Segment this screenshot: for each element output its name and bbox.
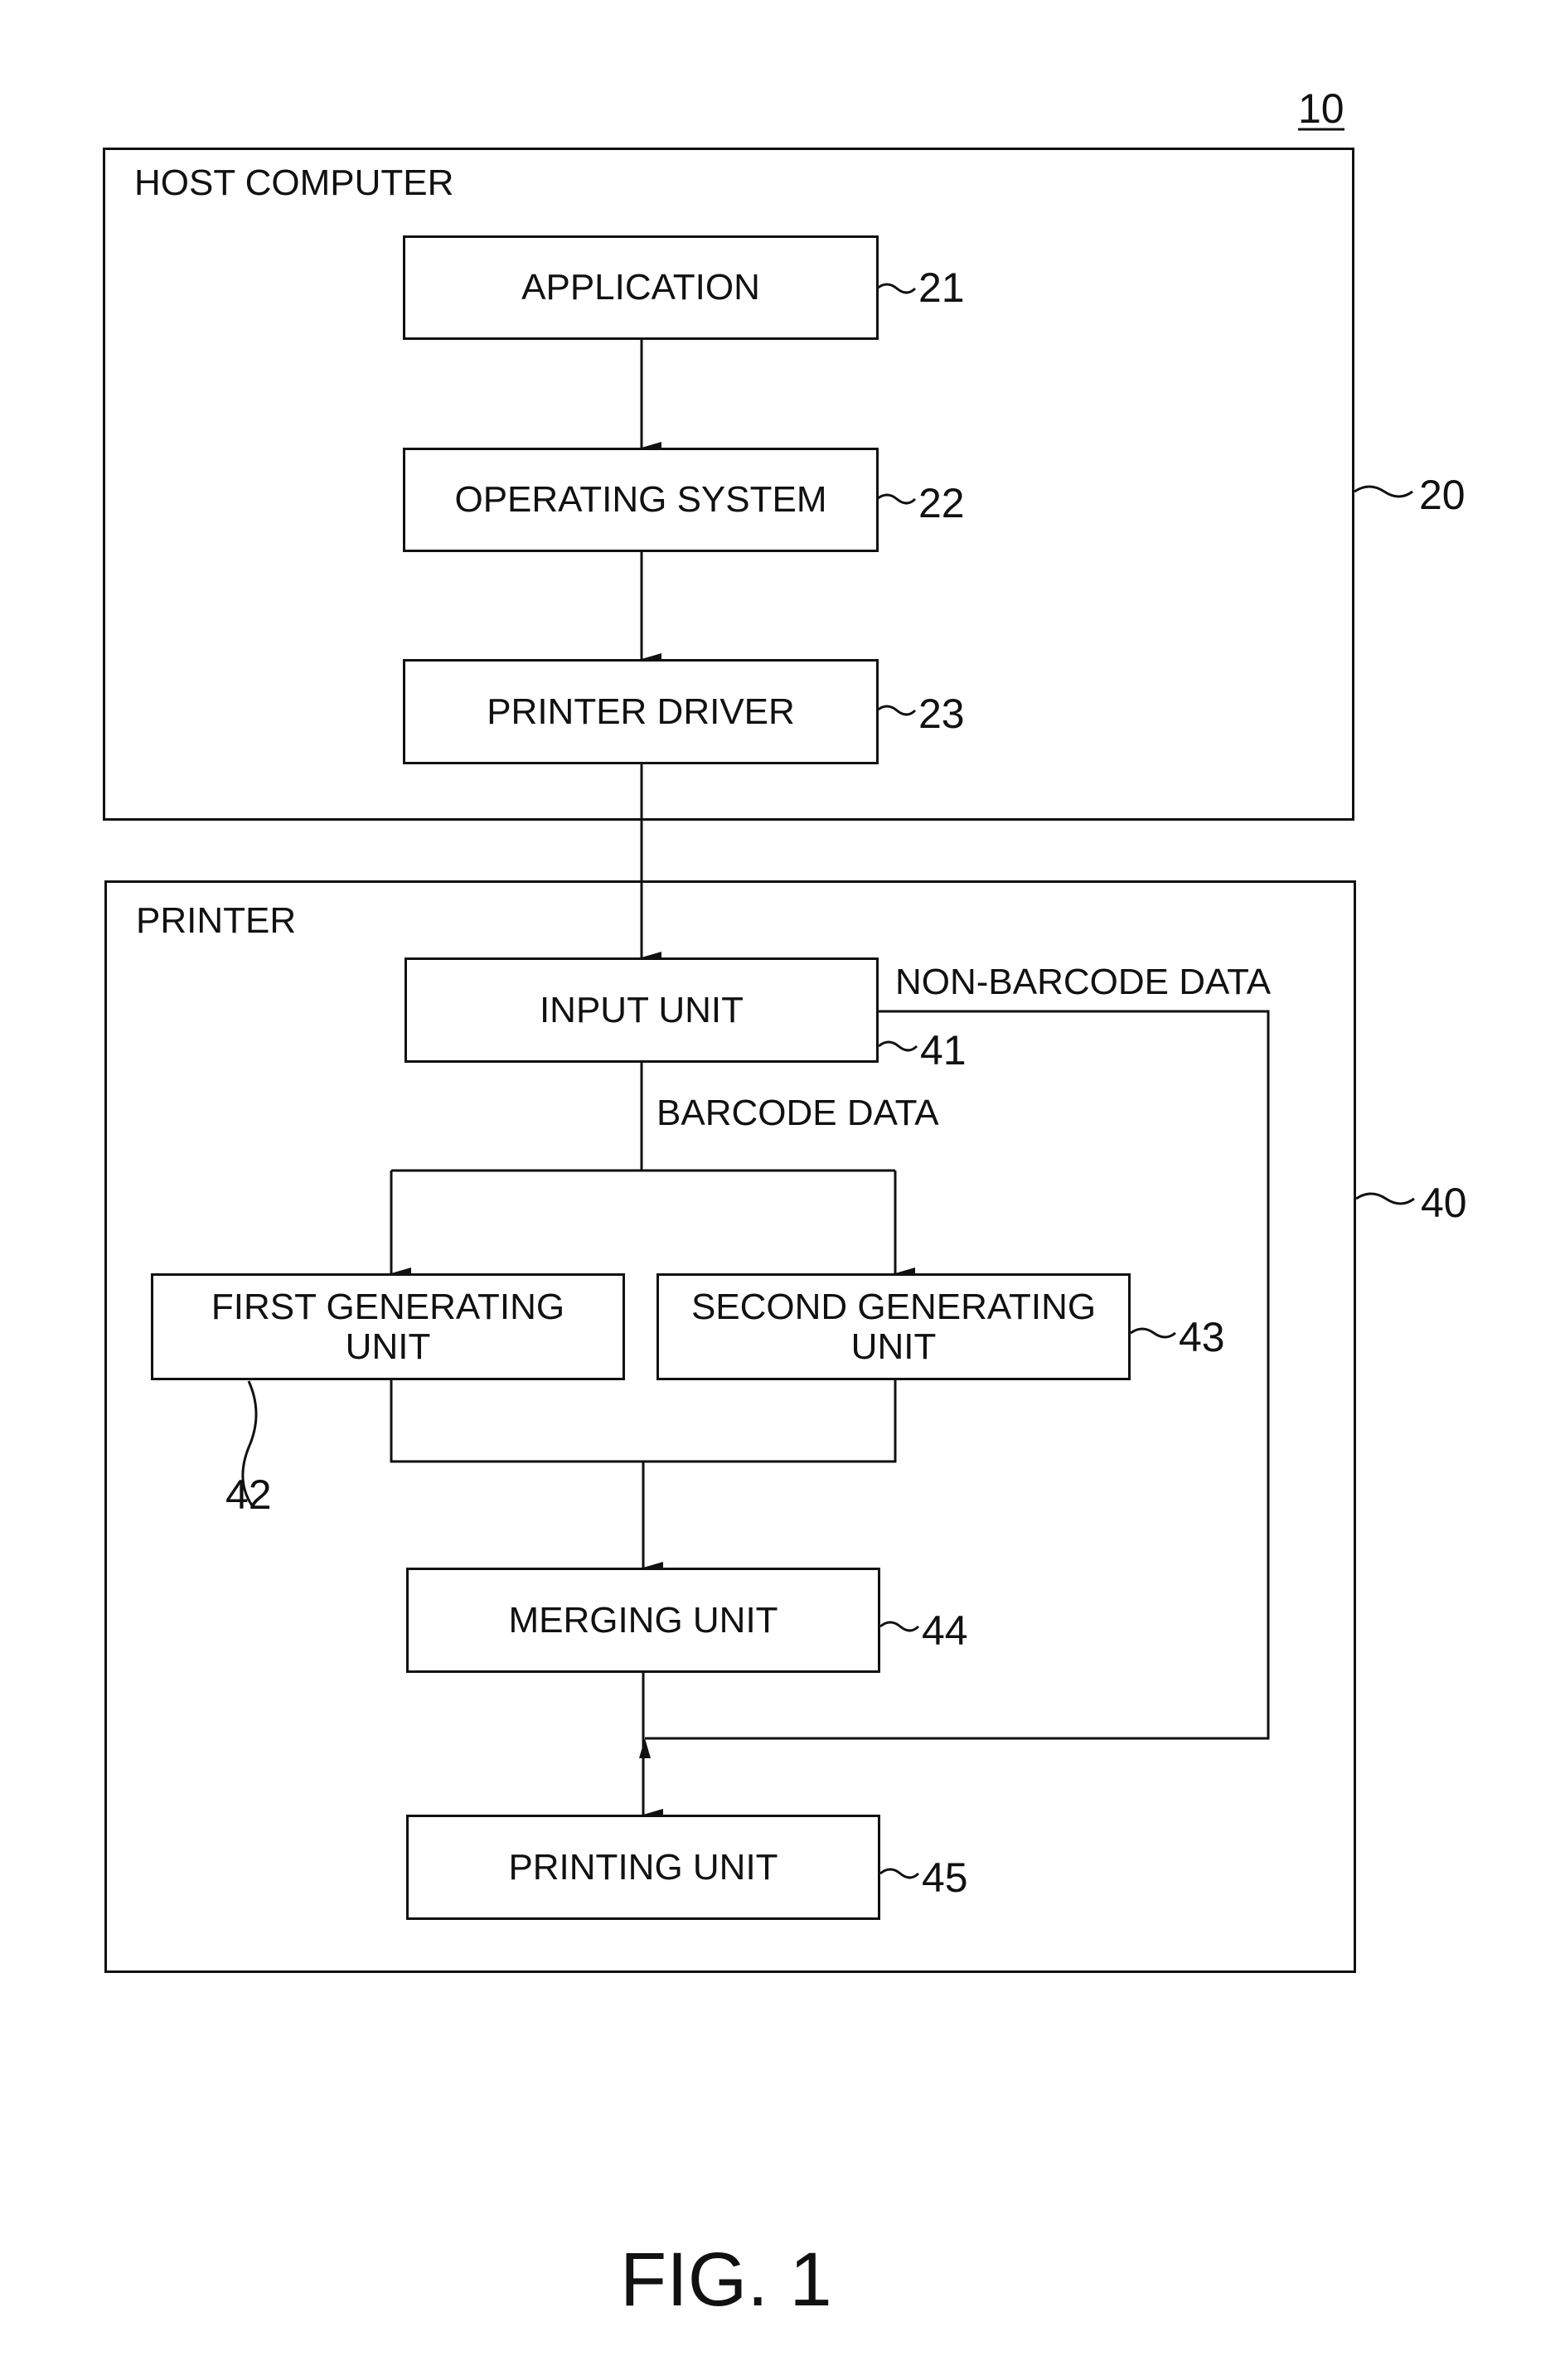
merging-unit-block: MERGING UNIT bbox=[406, 1568, 880, 1673]
figure-ref-10: 10 bbox=[1298, 85, 1344, 132]
input-unit-label: INPUT UNIT bbox=[539, 989, 744, 1030]
printer-title: PRINTER bbox=[136, 900, 297, 941]
merging-unit-label: MERGING UNIT bbox=[508, 1599, 778, 1641]
leader-40 bbox=[1355, 1192, 1415, 1205]
figure-caption: FIG. 1 bbox=[620, 2237, 832, 2322]
first-generating-unit-block: FIRST GENERATING UNIT bbox=[151, 1273, 625, 1380]
ref-43: 43 bbox=[1179, 1314, 1225, 1360]
second-generating-unit-block: SECOND GENERATING UNIT bbox=[656, 1273, 1131, 1380]
leader-20 bbox=[1354, 485, 1413, 498]
ref-23: 23 bbox=[918, 691, 965, 737]
ref-21: 21 bbox=[918, 264, 965, 311]
ref-20: 20 bbox=[1419, 472, 1466, 518]
ref-42: 42 bbox=[225, 1471, 272, 1518]
printer-driver-label: PRINTER DRIVER bbox=[487, 691, 795, 732]
ref-44: 44 bbox=[922, 1607, 968, 1654]
printer-driver-block: PRINTER DRIVER bbox=[403, 659, 879, 764]
printing-unit-label: PRINTING UNIT bbox=[508, 1846, 778, 1888]
operating-system-label: OPERATING SYSTEM bbox=[454, 479, 827, 520]
second-generating-unit-label: SECOND GENERATING UNIT bbox=[690, 1286, 1097, 1367]
ref-40: 40 bbox=[1421, 1180, 1467, 1226]
barcode-data-label: BARCODE DATA bbox=[656, 1093, 939, 1133]
application-block: APPLICATION bbox=[403, 235, 879, 340]
ref-45: 45 bbox=[922, 1854, 968, 1901]
application-label: APPLICATION bbox=[521, 267, 760, 308]
ref-22: 22 bbox=[918, 480, 965, 526]
operating-system-block: OPERATING SYSTEM bbox=[403, 448, 879, 552]
input-unit-block: INPUT UNIT bbox=[405, 957, 879, 1063]
non-barcode-data-label: NON-BARCODE DATA bbox=[895, 962, 1272, 1002]
first-generating-unit-label: FIRST GENERATING UNIT bbox=[211, 1286, 565, 1367]
printing-unit-block: PRINTING UNIT bbox=[406, 1815, 880, 1920]
ref-41: 41 bbox=[920, 1027, 967, 1074]
host-computer-title: HOST COMPUTER bbox=[134, 162, 454, 203]
